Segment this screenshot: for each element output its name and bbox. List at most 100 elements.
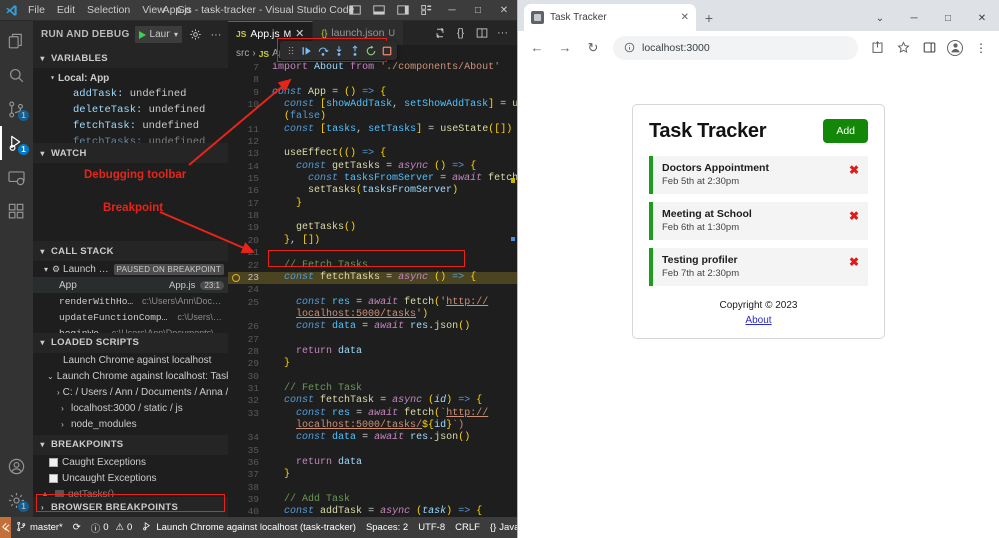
breakpoint-item-function[interactable]: ▲ getTasks() xyxy=(33,487,228,497)
code-line[interactable]: 38 xyxy=(228,482,517,494)
code-line[interactable]: 20 }, []) xyxy=(228,235,517,247)
code-line[interactable]: 9 const App = () => { xyxy=(228,87,517,99)
breakpoint-item-caught-exceptions[interactable]: Caught Exceptions xyxy=(33,455,228,471)
call-stack-session-row[interactable]: ▾ ⚙ Launch Chrome a... PAUSED ON BREAKPO… xyxy=(33,261,228,277)
variables-tree[interactable]: ▾ Local: App addTask: undefined deleteTa… xyxy=(33,68,228,144)
code-line[interactable]: 23 const fetchTasks = async () => { xyxy=(228,271,517,285)
activity-item-run-and-debug[interactable]: 1 xyxy=(0,126,33,160)
about-link[interactable]: About xyxy=(745,315,771,326)
vscode-menubar[interactable]: File Edit Selection View Go ··· xyxy=(22,2,219,18)
window-maximize-button[interactable]: □ xyxy=(465,0,491,21)
code-line[interactable]: 19 getTasks() xyxy=(228,222,517,234)
call-stack-frame-row[interactable]: beginWork c:\Users\Ann\Documents\An... xyxy=(33,325,228,333)
status-sync[interactable]: ⟳ xyxy=(68,517,86,538)
sidebar-more-actions-icon[interactable]: ··· xyxy=(208,29,224,41)
menu-view[interactable]: View xyxy=(136,2,171,18)
add-task-button[interactable]: Add xyxy=(823,119,868,143)
chrome-maximize-button[interactable]: □ xyxy=(931,6,965,31)
toggle-primary-sidebar-icon[interactable] xyxy=(343,0,367,21)
window-close-button[interactable]: ✕ xyxy=(491,0,517,21)
status-debug-session[interactable]: Launch Chrome against localhost (task-tr… xyxy=(137,517,361,538)
code-line[interactable]: 28 return data xyxy=(228,346,517,358)
code-line[interactable]: 26 const data = await res.json() xyxy=(228,321,517,333)
code-line[interactable]: 36 return data xyxy=(228,457,517,469)
code-content[interactable]: 7 import About from './components/About' 8… xyxy=(228,62,517,517)
menu-selection[interactable]: Selection xyxy=(81,2,136,18)
code-line[interactable]: 22 // Fetch Tasks xyxy=(228,260,517,272)
variable-row[interactable]: addTask: undefined xyxy=(33,86,228,102)
debug-toolbar[interactable] xyxy=(280,41,397,60)
call-stack-tree[interactable]: ▾ ⚙ Launch Chrome a... PAUSED ON BREAKPO… xyxy=(33,261,228,333)
code-line[interactable]: 40 const addTask = async (task) => { xyxy=(228,506,517,517)
loaded-script-item[interactable]: › C: / Users / Ann / Documents / Anna / … xyxy=(33,385,228,401)
start-debugging-icon[interactable] xyxy=(138,30,146,39)
chrome-close-button[interactable]: ✕ xyxy=(965,6,999,31)
section-header-browser-breakpoints[interactable]: › BROWSER BREAKPOINTS xyxy=(33,497,228,517)
code-line[interactable]: 33 const res = await fetch(`http:// xyxy=(228,408,517,420)
variables-scope-row[interactable]: ▾ Local: App xyxy=(33,70,228,86)
call-stack-frame-row[interactable]: renderWithHooks c:\Users\Ann\Docum... xyxy=(33,293,228,309)
activity-item-manage-settings[interactable]: 1 xyxy=(0,483,33,517)
format-json-icon[interactable]: {} xyxy=(450,21,471,45)
loaded-script-item[interactable]: › node_modules xyxy=(33,417,228,433)
section-header-breakpoints[interactable]: ▾ BREAKPOINTS xyxy=(33,434,228,455)
checkbox[interactable] xyxy=(49,474,58,484)
code-line[interactable]: localhost:5000/tasks') xyxy=(228,309,517,321)
window-minimize-button[interactable]: ─ xyxy=(439,0,465,21)
split-editor-icon[interactable] xyxy=(471,21,492,45)
activity-item-search[interactable] xyxy=(0,58,33,92)
back-button[interactable]: ← xyxy=(524,35,550,61)
side-panel-icon[interactable] xyxy=(917,36,941,60)
menu-more[interactable]: ··· xyxy=(197,2,220,18)
code-editor[interactable]: 7 import About from './components/About' 8… xyxy=(228,62,517,517)
section-header-loaded-scripts[interactable]: ▾ LOADED SCRIPTS xyxy=(33,332,228,353)
section-header-variables[interactable]: ▾ VARIABLES xyxy=(33,48,228,68)
code-line[interactable]: 35 xyxy=(228,445,517,457)
activity-item-remote-explorer[interactable] xyxy=(0,160,33,194)
site-info-icon[interactable] xyxy=(624,42,635,53)
code-line[interactable]: 18 xyxy=(228,210,517,222)
call-stack-frame-row[interactable]: updateFunctionComponent c:\Users\An... xyxy=(33,309,228,325)
continue-icon[interactable] xyxy=(299,42,314,59)
toggle-secondary-sidebar-icon[interactable] xyxy=(391,0,415,21)
code-line[interactable]: 30 xyxy=(228,371,517,383)
section-header-watch[interactable]: ▾ WATCH xyxy=(33,143,228,164)
status-branch[interactable]: master* xyxy=(11,517,68,538)
code-line[interactable]: 12 xyxy=(228,136,517,148)
profile-avatar-icon[interactable] xyxy=(943,36,967,60)
toggle-panel-icon[interactable] xyxy=(367,0,391,21)
code-line[interactable]: 34 const data = await res.json() xyxy=(228,432,517,444)
status-language-mode[interactable]: {} JavaScript xyxy=(485,517,517,538)
loaded-script-item[interactable]: Launch Chrome against localhost xyxy=(33,353,228,369)
breadcrumb-folder[interactable]: src xyxy=(236,48,249,59)
code-line[interactable]: 27 xyxy=(228,334,517,346)
checkbox[interactable] xyxy=(49,458,58,468)
breakpoints-list[interactable]: Caught Exceptions Uncaught Exceptions ▲ … xyxy=(33,454,228,497)
section-header-call-stack[interactable]: ▾ CALL STACK xyxy=(33,241,228,262)
run-or-debug-icon[interactable] xyxy=(429,21,450,45)
activity-item-accounts[interactable] xyxy=(0,449,33,483)
share-icon[interactable] xyxy=(865,36,889,60)
step-into-icon[interactable] xyxy=(331,42,346,59)
code-line[interactable]: 32 const fetchTask = async (id) => { xyxy=(228,395,517,407)
code-line[interactable]: 14 const getTasks = async () => { xyxy=(228,161,517,173)
activity-item-source-control[interactable]: 1 xyxy=(0,92,33,126)
delete-task-icon[interactable]: ✖ xyxy=(849,162,859,176)
code-line[interactable]: 16 setTasks(tasksFromServer) xyxy=(228,185,517,197)
launch-configuration-select[interactable]: Launch Chrom ▾ xyxy=(134,26,182,43)
code-line[interactable]: 8 xyxy=(228,74,517,86)
status-indentation[interactable]: Spaces: 2 xyxy=(361,517,413,538)
code-line[interactable]: 13 useEffect(() => { xyxy=(228,148,517,160)
code-line[interactable]: 21 xyxy=(228,247,517,259)
status-problems[interactable]: ⓘ 0 ⚠ 0 xyxy=(86,517,138,538)
activity-item-explorer[interactable] xyxy=(0,24,33,58)
code-line[interactable]: 15 const tasksFromServer = await fetchTa… xyxy=(228,173,517,185)
editor-more-actions-icon[interactable]: ··· xyxy=(492,21,513,45)
browser-tab-task-tracker[interactable]: Task Tracker ✕ xyxy=(524,4,696,31)
tab-search-button[interactable]: ⌄ xyxy=(863,6,897,31)
delete-task-icon[interactable]: ✖ xyxy=(849,254,859,268)
loaded-script-item[interactable]: ⌄ Launch Chrome against localhost: Task … xyxy=(33,369,228,385)
delete-task-icon[interactable]: ✖ xyxy=(849,208,859,222)
status-eol[interactable]: CRLF xyxy=(450,517,485,538)
open-launch-settings-icon[interactable] xyxy=(187,28,203,41)
